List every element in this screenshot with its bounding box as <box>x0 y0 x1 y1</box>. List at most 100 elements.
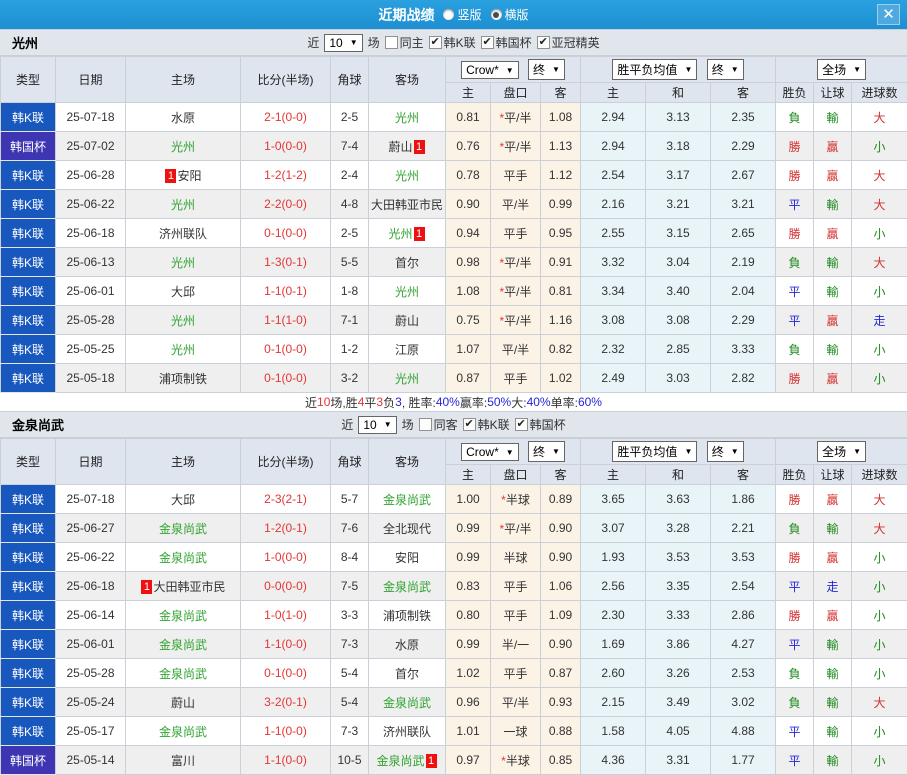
euro-home-odds: 2.30 <box>581 601 646 630</box>
handicap-result: 輸 <box>814 630 852 659</box>
euro-home-odds: 2.60 <box>581 659 646 688</box>
score: 0-1(0-0) <box>241 364 331 393</box>
home-team: 金泉尚武 <box>126 717 241 746</box>
checkbox-checked-icon[interactable]: ✔ <box>481 36 494 49</box>
match-date: 25-05-18 <box>56 364 126 393</box>
chevron-down-icon: ▼ <box>684 447 692 456</box>
match-date: 25-06-28 <box>56 161 126 190</box>
league-filter[interactable]: ✔韩K联 <box>429 34 476 51</box>
euro-home-odds: 2.54 <box>581 161 646 190</box>
asian-home-odds: 0.76 <box>446 132 491 161</box>
games-count-select[interactable]: 10▼ <box>324 34 362 52</box>
league-filter[interactable]: ✔亚冠精英 <box>537 34 600 51</box>
result: 勝 <box>776 543 814 572</box>
asian-handicap: 平手 <box>491 364 541 393</box>
col-result: 胜负 <box>776 465 814 485</box>
match-type: 韩K联 <box>1 717 56 746</box>
asian-handicap: 平手 <box>491 161 541 190</box>
match-date: 25-05-17 <box>56 717 126 746</box>
asian-handicap: *半球 <box>491 485 541 514</box>
checkbox-checked-icon[interactable]: ✔ <box>463 418 476 431</box>
goals-result: 小 <box>852 717 907 746</box>
summary-segment: 场,胜 <box>330 394 357 411</box>
euro-avg-select[interactable]: 胜平负均值▼ <box>612 441 697 462</box>
euro-away-odds: 2.82 <box>711 364 776 393</box>
asian-away-odds: 1.06 <box>541 572 581 601</box>
handicap-result: 輸 <box>814 659 852 688</box>
asian-away-odds: 1.12 <box>541 161 581 190</box>
summary-segment: 4 <box>358 395 365 409</box>
handicap-result: 輸 <box>814 514 852 543</box>
league-filter[interactable]: ✔韩K联 <box>463 416 510 433</box>
euro-final-select[interactable]: 终▼ <box>707 441 744 462</box>
same-venue-filter[interactable]: 同主 <box>385 34 424 51</box>
same-venue-filter[interactable]: 同客 <box>419 416 458 433</box>
summary-segment: 大: <box>511 394 526 411</box>
odds-source-select[interactable]: Crow*▼ <box>461 443 519 461</box>
asian-home-odds: 1.02 <box>446 659 491 688</box>
scope-select[interactable]: 全场▼ <box>817 59 866 80</box>
checkbox-checked-icon[interactable]: ✔ <box>515 418 528 431</box>
match-date: 25-07-18 <box>56 103 126 132</box>
euro-draw-odds: 3.28 <box>646 514 711 543</box>
euro-draw-odds: 3.53 <box>646 543 711 572</box>
col-euro-home: 主 <box>581 465 646 485</box>
odds-source-select[interactable]: Crow*▼ <box>461 61 519 79</box>
checkbox-unchecked-icon[interactable] <box>419 418 432 431</box>
league-filter[interactable]: ✔韩国杯 <box>481 34 532 51</box>
col-asian-away: 客 <box>541 465 581 485</box>
handicap-result: 贏 <box>814 219 852 248</box>
asian-odds-group: Crow*▼ 终▼ <box>446 439 581 465</box>
summary-segment: 60% <box>578 395 602 409</box>
games-count-select[interactable]: 10▼ <box>358 416 396 434</box>
close-button[interactable]: ✕ <box>877 4 900 25</box>
score: 3-2(0-1) <box>241 688 331 717</box>
euro-away-odds: 3.21 <box>711 190 776 219</box>
euro-away-odds: 2.53 <box>711 659 776 688</box>
layout-vertical-radio[interactable]: 竖版 <box>443 6 481 23</box>
asian-handicap: 平/半 <box>491 688 541 717</box>
radio-unselected-icon[interactable] <box>443 9 454 20</box>
score: 1-1(0-0) <box>241 717 331 746</box>
corners: 7-5 <box>331 572 369 601</box>
col-home: 主场 <box>126 57 241 103</box>
col-result: 胜负 <box>776 83 814 103</box>
goals-result: 小 <box>852 132 907 161</box>
handicap-result: 贏 <box>814 601 852 630</box>
summary-segment: 单率: <box>551 394 578 411</box>
euro-home-odds: 1.93 <box>581 543 646 572</box>
col-type: 类型 <box>1 57 56 103</box>
match-row: 韩国杯25-05-14富川1-1(0-0)10-5金泉尚武10.97*半球0.8… <box>1 746 907 775</box>
radio-selected-icon[interactable] <box>491 9 502 20</box>
goals-result: 小 <box>852 219 907 248</box>
euro-avg-select[interactable]: 胜平负均值▼ <box>612 59 697 80</box>
home-team: 大邱 <box>126 485 241 514</box>
handicap-result: 輸 <box>814 277 852 306</box>
scope-group: 全场▼ <box>776 439 907 465</box>
home-team: 光州 <box>126 132 241 161</box>
checkbox-unchecked-icon[interactable] <box>385 36 398 49</box>
handicap-result: 走 <box>814 572 852 601</box>
goals-result: 大 <box>852 248 907 277</box>
asian-handicap: 平手 <box>491 601 541 630</box>
league-filter[interactable]: ✔韩国杯 <box>515 416 566 433</box>
scope-select[interactable]: 全场▼ <box>817 441 866 462</box>
euro-home-odds: 2.56 <box>581 572 646 601</box>
col-asian-handicap: 盘口 <box>491 83 541 103</box>
titlebar: 近期战绩 竖版 横版 ✕ <box>0 0 907 29</box>
asian-handicap: *平/半 <box>491 306 541 335</box>
chevron-down-icon: ▼ <box>506 66 514 75</box>
euro-final-select[interactable]: 终▼ <box>707 59 744 80</box>
score: 0-1(0-0) <box>241 659 331 688</box>
corners: 2-4 <box>331 161 369 190</box>
checkbox-checked-icon[interactable]: ✔ <box>429 36 442 49</box>
checkbox-checked-icon[interactable]: ✔ <box>537 36 550 49</box>
layout-horizontal-radio[interactable]: 横版 <box>491 6 529 23</box>
euro-draw-odds: 3.31 <box>646 746 711 775</box>
away-team: 蔚山1 <box>369 132 446 161</box>
home-team: 金泉尚武 <box>126 601 241 630</box>
chevron-down-icon: ▼ <box>853 65 861 74</box>
odds-final-select[interactable]: 终▼ <box>528 59 565 80</box>
star-icon: * <box>501 754 506 768</box>
odds-final-select[interactable]: 终▼ <box>528 441 565 462</box>
